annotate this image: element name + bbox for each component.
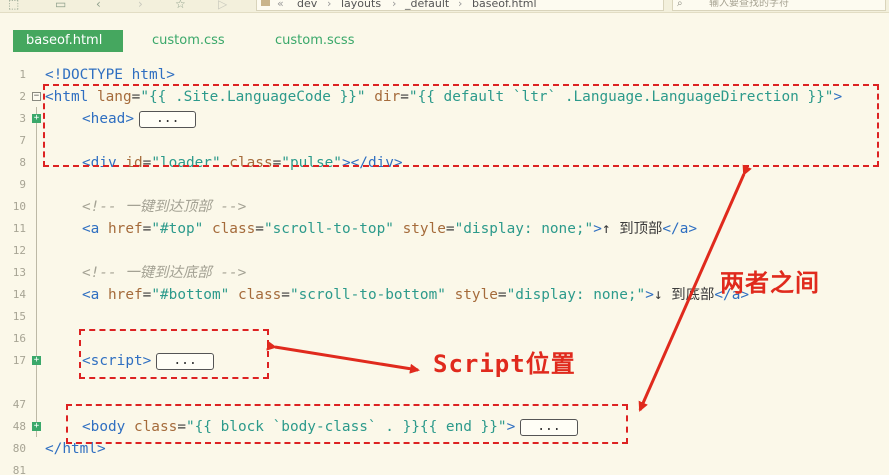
script-position-label: Script位置 [433,350,576,378]
between-label: 两者之间 [720,269,820,297]
script-arrow [266,340,420,374]
annotation-arrows [266,164,752,412]
